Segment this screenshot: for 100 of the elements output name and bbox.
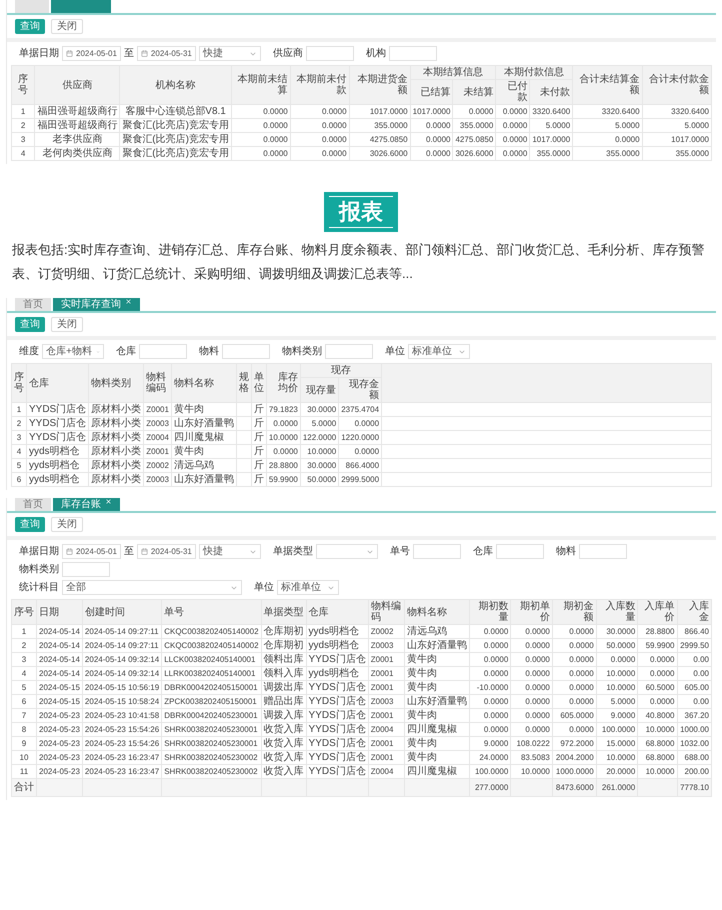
table-cell: 0.0000 [510, 666, 552, 680]
input-field[interactable] [62, 562, 110, 577]
table-cell: 10.0000 [638, 722, 677, 736]
table-cell: 0.0000 [290, 132, 350, 146]
table-cell: 山东好酒量鸭 [171, 472, 236, 486]
toolbar-button[interactable]: 关闭 [51, 19, 83, 34]
table-cell: YYDS门店仓 [306, 680, 368, 694]
table-cell: Z0001 [368, 666, 404, 680]
table-cell: 5 [12, 458, 26, 472]
table-cell: 0.0000 [290, 146, 350, 160]
table-cell: 28.8800 [266, 458, 300, 472]
close-icon[interactable] [105, 498, 112, 505]
table-cell: 79.1823 [266, 402, 300, 416]
tab[interactable]: 实时库存查询 [53, 298, 140, 311]
table-cell: Z0004 [368, 722, 404, 736]
table-cell: 2024-05-23 [36, 736, 82, 750]
column-header: 物料名称 [171, 364, 236, 402]
tab[interactable] [15, 0, 49, 13]
table-cell: 15.0000 [596, 736, 638, 750]
column-header: 仓库 [26, 364, 89, 402]
table-cell: 972.2000 [552, 736, 596, 750]
date-field[interactable]: 2024-05-31 [136, 544, 196, 559]
toolbar-button[interactable]: 关闭 [51, 317, 83, 332]
table-cell: 0.0000 [496, 104, 530, 118]
dropdown-field[interactable]: 快捷 [198, 544, 261, 559]
tab[interactable]: 库存台账 [53, 498, 120, 511]
table-cell: 3320.6400 [530, 104, 573, 118]
table-cell: 0.00 [677, 666, 712, 680]
table-cell: 0.0000 [552, 694, 596, 708]
dropdown-field[interactable]: 全部 [62, 580, 242, 595]
field-label: 单位 [254, 580, 274, 595]
table-cell: 2 [12, 416, 26, 430]
table-cell: yyds明档仓 [26, 458, 89, 472]
input-field[interactable] [306, 46, 354, 61]
toolbar-button[interactable]: 关闭 [51, 517, 83, 532]
dropdown-field[interactable]: 仓库+物料 [42, 344, 104, 359]
total-cell: 277.0000 [469, 778, 511, 796]
table-cell: 原材料小类 [88, 444, 144, 458]
table-cell: Z0003 [368, 694, 404, 708]
dropdown-field[interactable]: 标准单位 [408, 344, 470, 359]
table-cell: 2024-05-14 09:27:11 [82, 624, 162, 638]
table-cell: 2024-05-15 10:58:24 [82, 694, 162, 708]
table-cell: 2024-05-23 [36, 708, 82, 722]
column-header: 已结算 [410, 80, 453, 104]
table-cell: 5 [12, 680, 36, 694]
date-field[interactable]: 2024-05-01 [62, 544, 121, 559]
dropdown-field[interactable] [316, 544, 378, 559]
column-header: 已付款 [496, 80, 530, 104]
table-cell: 0.0000 [266, 444, 300, 458]
table-cell: 4275.0850 [452, 132, 496, 146]
table-cell: 3320.6400 [572, 104, 642, 118]
input-field[interactable] [496, 544, 544, 559]
table-cell: 0.0000 [290, 118, 350, 132]
field-label: 统计科目 [19, 580, 59, 595]
column-header: 本期进货金额 [349, 66, 410, 104]
close-icon[interactable] [125, 298, 132, 305]
field-label: 物料类别 [19, 562, 59, 577]
table-cell: 0.0000 [469, 722, 511, 736]
table-cell: LLCK0038202405140001 [162, 652, 262, 666]
input-field[interactable] [578, 544, 627, 559]
table-cell: 4275.0850 [349, 132, 410, 146]
table-cell: 2024-05-14 [36, 666, 82, 680]
table-cell: Z0004 [144, 430, 172, 444]
table-cell: 3026.6000 [349, 146, 410, 160]
date-field[interactable]: 2024-05-31 [136, 46, 196, 61]
column-header: 未付款 [530, 80, 573, 104]
table-cell: 客服中心连锁总部V8.1 [120, 104, 232, 118]
input-field[interactable] [139, 344, 187, 359]
table-cell: 9.0000 [596, 708, 638, 722]
table-cell: 0.0000 [552, 652, 596, 666]
table-cell: 0.0000 [596, 652, 638, 666]
column-header: 物料名称 [404, 600, 470, 624]
table-cell: 1 [12, 402, 26, 416]
input-field[interactable] [388, 46, 437, 61]
table-cell: 122.0000 [300, 430, 339, 444]
tab[interactable] [51, 0, 111, 13]
table-cell: 福田强哥超级商行 [34, 104, 120, 118]
column-header: 日期 [36, 600, 82, 624]
table-cell: YYDS门店仓 [306, 708, 368, 722]
input-field[interactable] [222, 344, 270, 359]
table-cell: 0.0000 [266, 416, 300, 430]
table-cell: 2024-05-14 [36, 652, 82, 666]
range-separator: 至 [124, 545, 134, 559]
table-cell: 10.0000 [266, 430, 300, 444]
column-header: 期初单价 [510, 600, 552, 624]
table-cell: 1017.0000 [349, 104, 410, 118]
table-cell: YYDS门店仓 [26, 416, 89, 430]
input-field[interactable] [412, 544, 461, 559]
table-cell: 24.0000 [469, 750, 511, 764]
table-cell: 仓库期初 [261, 638, 306, 652]
field-label: 供应商 [272, 46, 303, 61]
column-group-header: 本期结算信息 [410, 66, 496, 80]
dropdown-field[interactable]: 标准单位 [277, 580, 339, 595]
calendar-icon [140, 548, 148, 555]
dropdown-field[interactable]: 快捷 [198, 46, 261, 61]
table-cell: 斤 [251, 430, 266, 444]
date-field[interactable]: 2024-05-01 [62, 46, 121, 61]
input-field[interactable] [325, 344, 373, 359]
table-cell: 2024-05-14 09:32:14 [82, 666, 162, 680]
table-cell: 0.0000 [510, 694, 552, 708]
